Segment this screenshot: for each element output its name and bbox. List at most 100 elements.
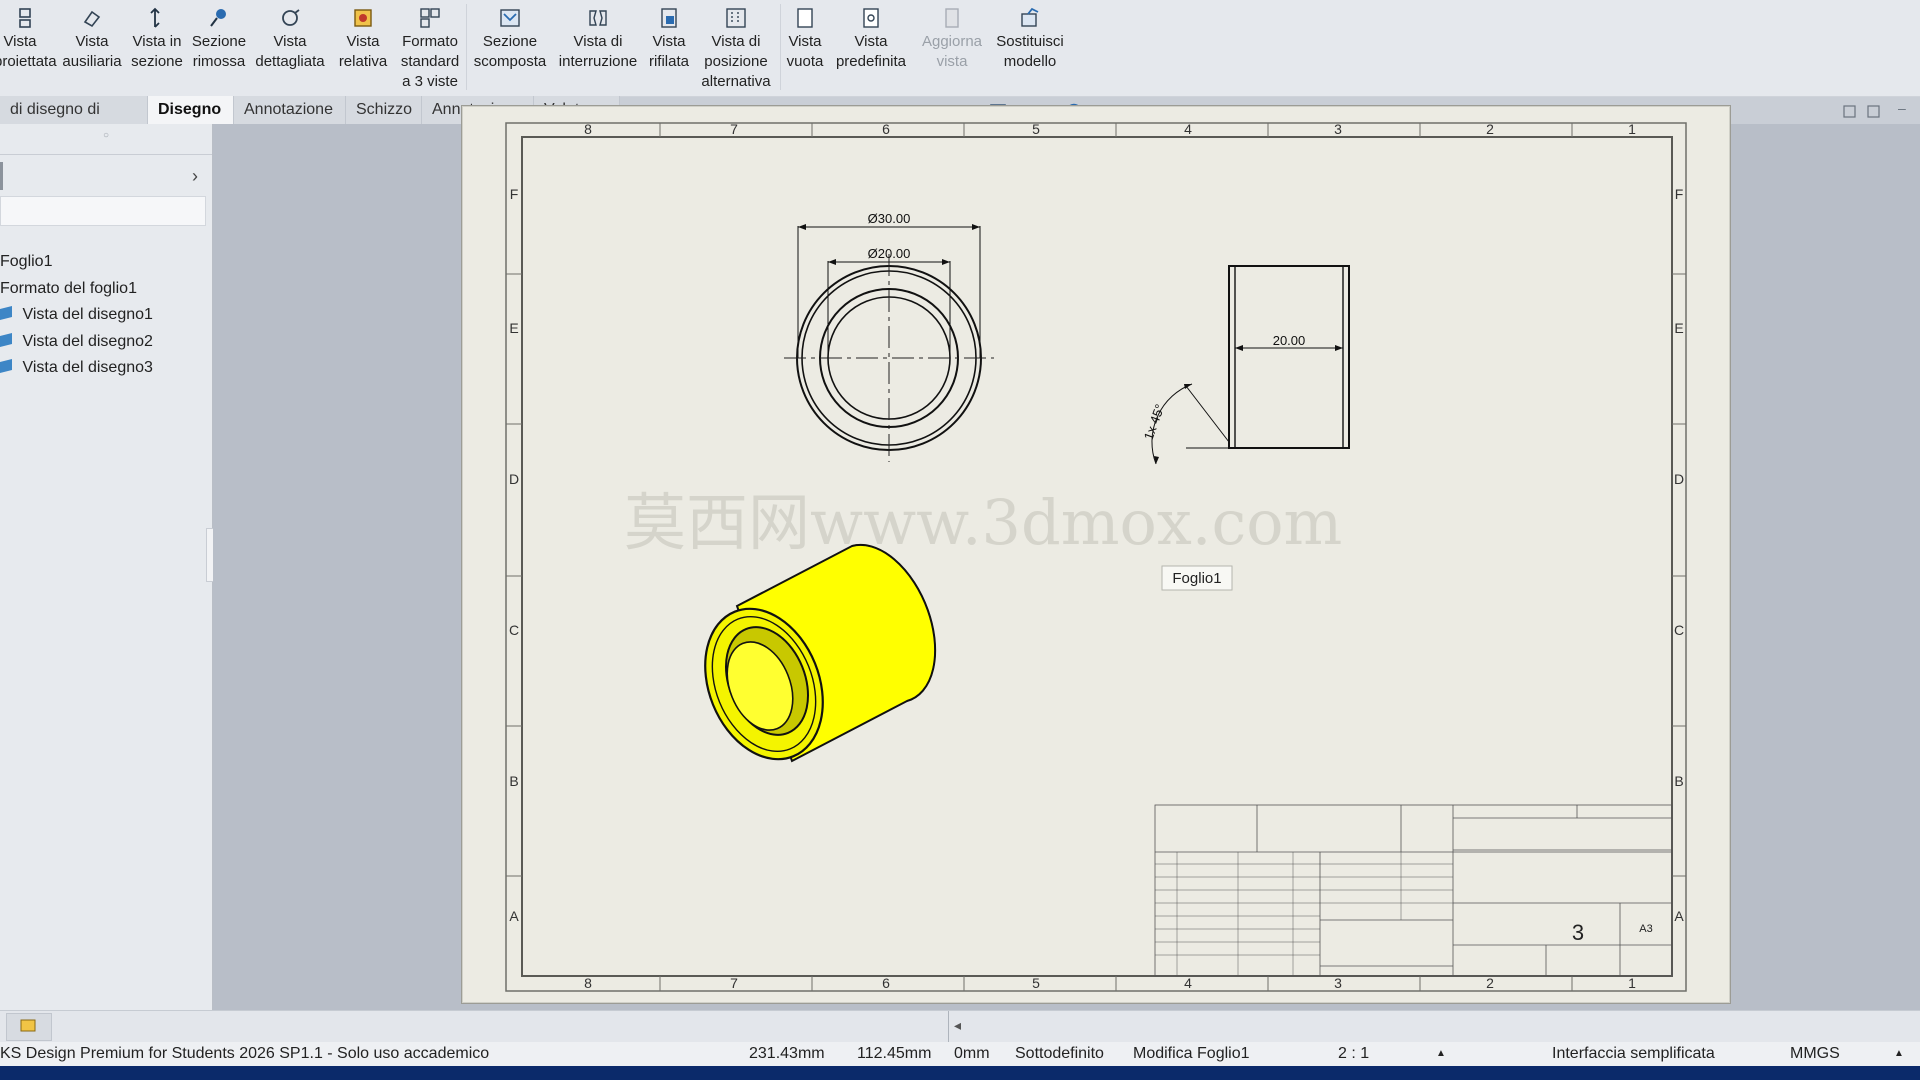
zone-label-col: 5 [1032,121,1040,137]
relative-view-button[interactable]: Vista relativa [332,2,394,94]
replace-model-button[interactable]: Sostituisci modello [994,2,1066,94]
crop-view-icon [661,8,677,28]
status-definition: Sottodefinito [1015,1045,1104,1062]
tab-sketch[interactable]: Schizzo [346,96,422,124]
zone-label-col: 7 [730,975,738,991]
tree-label: Formato del foglio1 [0,280,137,297]
break-view-button[interactable]: Vista di interruzione [552,2,644,94]
divider [0,154,212,155]
tab-indicator [0,162,3,190]
update-view-button[interactable]: Aggiorna vista [914,2,990,94]
status-ui-mode[interactable]: Interfaccia semplificata [1552,1042,1715,1066]
ribbon-label: Vista dettagliata [255,33,325,70]
break-view-icon [589,10,607,26]
drawing-view-side[interactable]: 20.00 1x 45° [1141,265,1350,465]
removed-section-button[interactable]: Sezione rimossa [188,2,250,94]
standard-3-view-icon [420,8,440,28]
dimension-outer-diameter[interactable]: Ø30.00 [868,211,911,226]
zone-label-row: D [1674,471,1684,487]
units-dropdown-icon[interactable]: ▲ [1894,1042,1904,1066]
drawing-view-icon [0,333,12,347]
sheet-tab-tooltip[interactable]: Foglio1 [1161,565,1233,591]
panel-grip-icon[interactable]: ○ [0,130,212,150]
zone-label-row: A [1674,908,1684,924]
tab-base-drawing[interactable]: di disegno di base [0,96,148,146]
ribbon-divider [780,4,781,90]
scale-dropdown-icon[interactable]: ▲ [1436,1042,1446,1066]
tab-annotation[interactable]: Annotazione [234,96,346,124]
tile-icon[interactable] [1867,105,1880,118]
standard-3-view-button[interactable]: Formato standard a 3 viste [396,2,464,94]
crop-view-button[interactable]: Vista rifilata [646,2,692,94]
tree-item-drawing-view-3[interactable]: Vista del disegno3 [0,359,153,377]
drawing-view-isometric[interactable] [684,543,937,777]
dimension-inner-diameter[interactable]: Ø20.00 [868,246,911,261]
relative-view-icon [354,9,372,27]
empty-view-icon [797,8,813,28]
ribbon-label: Vista di posizione alternativa [701,33,771,90]
detail-view-icon [282,9,300,26]
ribbon-label: Vista rifilata [648,33,689,70]
zone-label-col: 4 [1184,121,1192,137]
status-scale[interactable]: 2 : 1 [1338,1042,1369,1066]
ribbon-toolbar: Vista proiettata Vista ausiliaria Vista … [0,0,1920,97]
auxiliary-view-button[interactable]: Vista ausiliaria [58,2,126,94]
restore-icon[interactable] [1843,105,1856,118]
ribbon-label: Sostituisci modello [996,33,1064,70]
empty-view-button[interactable]: Vista vuota [782,2,828,94]
zone-label-row: F [1675,186,1684,202]
drawing-view-front[interactable]: Ø30.00 Ø20.00 [784,211,994,462]
dimension-length[interactable]: 20.00 [1273,333,1306,348]
ribbon-label: Sezione rimossa [191,33,247,70]
ribbon-label: Vista di interruzione [558,33,638,70]
broken-out-section-icon [500,9,520,27]
status-editing[interactable]: Modifica Foglio1 [1133,1042,1250,1066]
detail-view-button[interactable]: Vista dettagliata [252,2,328,94]
zone-label-row: D [509,471,519,487]
tree-item-sheet[interactable]: Foglio1 [0,253,52,271]
status-y-coordinate: 112.45mm [857,1045,932,1062]
ribbon-label: Aggiorna vista [921,33,983,70]
scroll-left-icon[interactable]: ◂ [954,1017,968,1037]
drawing-sheet[interactable]: 8 7 6 5 4 3 2 1 8 7 6 5 4 3 2 1 F E D C … [461,105,1731,1004]
broken-out-section-button[interactable]: Sezione scomposta [470,2,550,94]
minimize-icon[interactable]: – [1898,100,1914,116]
zone-label-row: C [1674,622,1684,638]
zone-label-row: A [509,908,519,924]
zone-label-row: E [1674,320,1683,336]
projected-view-button[interactable]: Vista proiettata [0,2,57,94]
status-units[interactable]: MMGS [1790,1042,1840,1066]
section-view-button[interactable]: Vista in sezione [126,2,188,94]
zone-label-col: 8 [584,121,592,137]
drawing-view-icon [0,359,12,373]
alternate-position-view-button[interactable]: Vista di posizione alternativa [694,2,778,94]
predefined-view-icon [863,8,879,28]
sheet-tab-button[interactable] [6,1013,52,1041]
ribbon-label: Vista predefinita [835,33,907,70]
predefined-view-button[interactable]: Vista predefinita [832,2,910,94]
removed-section-icon [210,9,226,27]
tree-label: Vista del disegno2 [22,333,153,350]
zone-label-row: E [509,320,518,336]
status-bar: KS Design Premium for Students 2026 SP1.… [0,1042,1920,1066]
tree-item-drawing-view-1[interactable]: Vista del disegno1 [0,306,153,324]
title-block[interactable] [1154,804,1673,977]
watermark-text: 莫西网www.3dmox.com [624,486,1342,559]
tree-item-drawing-view-2[interactable]: Vista del disegno2 [0,333,153,351]
tab-label: Schizzo [356,101,413,118]
zone-label-col: 1 [1628,121,1636,137]
chevron-right-icon[interactable]: › [192,162,208,190]
status-z-coordinate: 0mm [954,1045,990,1062]
os-taskbar [0,1066,1920,1080]
dimension-chamfer[interactable]: 1x 45° [1141,402,1168,442]
zone-label-row: C [509,622,519,638]
status-x-coordinate: 231.43mm [749,1045,825,1062]
tab-drawing[interactable]: Disegno [148,96,234,124]
zone-label-col: 8 [584,975,592,991]
zone-label-row: B [1674,773,1683,789]
alternate-position-view-icon [726,8,746,28]
zone-label-col: 4 [1184,975,1192,991]
tree-item-sheet-format[interactable]: Formato del foglio1 [0,280,137,298]
zone-label-row: F [510,186,519,202]
filter-input[interactable] [0,196,206,226]
